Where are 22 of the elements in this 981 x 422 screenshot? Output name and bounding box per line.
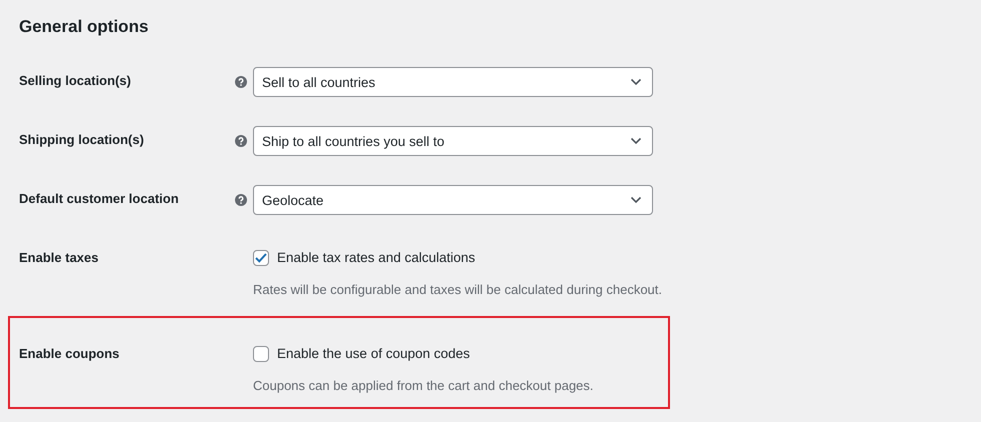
setting-label: Shipping location(s) [19,131,145,149]
dropdown-select[interactable]: Geolocate [253,185,653,215]
setting-label: Enable coupons [19,345,120,363]
dropdown-select[interactable]: Ship to all countries you sell to [253,126,653,156]
checkbox-option[interactable]: Enable the use of coupon codes [253,344,668,364]
setting-label: Enable taxes [19,249,100,267]
chevron-down-icon [630,78,642,86]
checkbox[interactable] [253,346,269,362]
setting-description: Rates will be configurable and taxes will be calculated during checkout. [253,281,664,299]
help-icon[interactable] [235,194,247,206]
chevron-down-icon [630,196,642,204]
checkbox-option[interactable]: Enable tax rates and calculations [253,248,670,268]
checkmark-icon [255,253,267,263]
help-icon[interactable] [235,76,247,88]
checkbox[interactable] [253,250,269,266]
chevron-down-icon [630,137,642,145]
help-icon[interactable] [235,135,247,147]
dropdown-select[interactable]: Sell to all countries [253,67,653,97]
setting-label: Default customer location [19,190,180,208]
section-title: General options [19,17,150,37]
setting-label: Selling location(s) [19,72,132,90]
setting-description: Coupons can be applied from the cart and checkout pages. [253,377,594,395]
